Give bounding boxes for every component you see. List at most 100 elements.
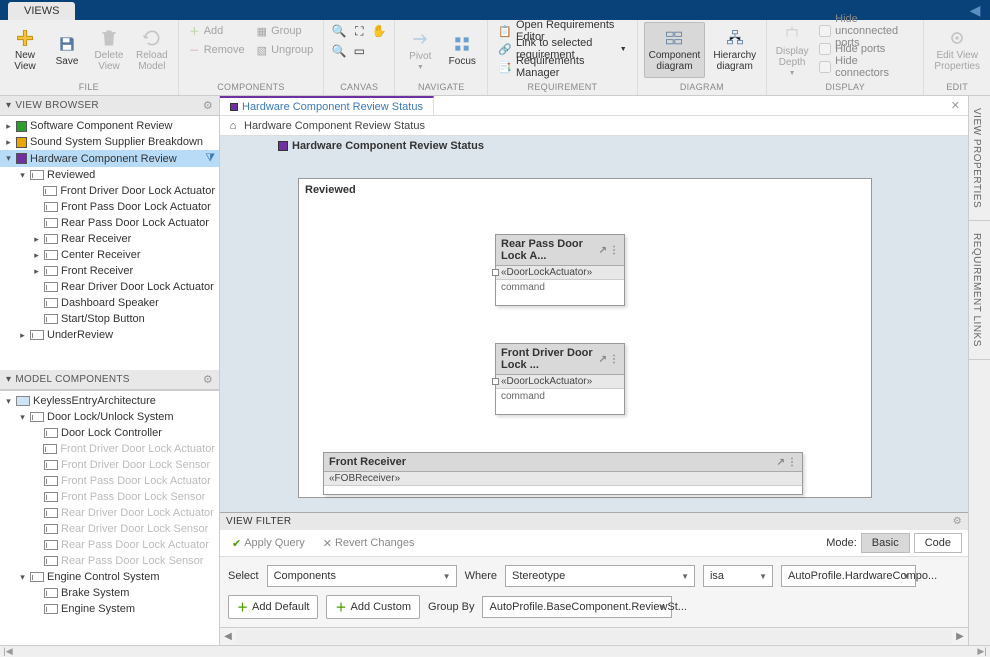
filter-icon[interactable]: ⧩ — [205, 152, 215, 165]
add-default-button[interactable]: ＋Add Default — [228, 595, 318, 619]
expander-icon[interactable]: ▾ — [18, 572, 27, 583]
topbar-collapse-arrow[interactable]: ◀ — [960, 0, 990, 20]
model-tree-item[interactable]: Brake System — [0, 585, 219, 601]
views-tab[interactable]: VIEWS — [8, 2, 75, 20]
hide-connectors-checkbox[interactable]: Hide connectors — [815, 58, 917, 76]
canvas[interactable]: Hardware Component Review Status Reviewe… — [220, 136, 968, 512]
expander-icon[interactable]: ▸ — [4, 121, 13, 132]
view-browser-item[interactable]: Start/Stop Button — [0, 311, 219, 327]
operator-dropdown[interactable]: isa — [703, 565, 773, 587]
requirements-manager-button[interactable]: 📑Requirements Manager — [494, 58, 630, 76]
view-browser-item[interactable]: Front Driver Door Lock Actuator — [0, 183, 219, 199]
hide-unconnected-checkbox[interactable]: Hide unconnected ports — [815, 22, 917, 40]
expander-icon[interactable]: ▾ — [18, 170, 27, 181]
port-handle[interactable] — [492, 269, 499, 276]
gear-icon[interactable]: ⚙ — [953, 516, 962, 527]
select-dropdown[interactable]: Components — [267, 565, 457, 587]
target-dropdown[interactable]: AutoProfile.HardwareCompo... — [781, 565, 916, 587]
model-tree-item[interactable]: ▾KeylessEntryArchitecture — [0, 393, 219, 409]
home-icon[interactable]: ⌂ — [226, 119, 240, 133]
view-browser-item[interactable]: Rear Pass Door Lock Actuator — [0, 215, 219, 231]
save-button[interactable]: Save — [48, 22, 86, 78]
revert-changes-button[interactable]: ✕Revert Changes — [317, 535, 421, 552]
model-tree-item[interactable]: Rear Driver Door Lock Sensor — [0, 521, 219, 537]
gear-icon[interactable]: ⚙ — [203, 373, 213, 386]
menu-icon[interactable]: ⋮ — [609, 245, 619, 256]
fit-view-icon[interactable]: ⛶ — [350, 22, 368, 40]
expander-icon[interactable]: ▸ — [4, 137, 13, 148]
where-dropdown[interactable]: Stereotype — [505, 565, 695, 587]
scroll-left-icon[interactable]: ◀ — [220, 631, 236, 642]
expander-icon[interactable]: ▸ — [32, 250, 41, 261]
zoom-out-icon[interactable]: 🔍 — [330, 42, 348, 60]
port-handle[interactable] — [492, 378, 499, 385]
zoom-in-icon[interactable]: 🔍 — [330, 22, 348, 40]
breadcrumb-item[interactable]: Hardware Component Review Status — [244, 120, 425, 132]
component-rear-pass-actuator[interactable]: Rear Pass Door Lock A...↗⋮ «DoorLockActu… — [495, 234, 625, 306]
add-custom-button[interactable]: ＋Add Custom — [326, 595, 420, 619]
expander-icon[interactable]: ▾ — [4, 396, 13, 407]
focus-button[interactable]: Focus — [443, 22, 481, 78]
model-tree-item[interactable]: ▾Door Lock/Unlock System — [0, 409, 219, 425]
model-tree-item[interactable]: Rear Pass Door Lock Actuator — [0, 537, 219, 553]
expander-icon[interactable]: ▸ — [32, 234, 41, 245]
close-tab-button[interactable]: ✕ — [943, 96, 968, 115]
view-browser-item[interactable]: ▾Reviewed — [0, 167, 219, 183]
mode-code-button[interactable]: Code — [914, 533, 962, 553]
menu-icon[interactable]: ⋮ — [787, 457, 797, 468]
view-browser-item[interactable]: Dashboard Speaker — [0, 295, 219, 311]
tree-item-label: Rear Pass Door Lock Actuator — [61, 217, 209, 229]
model-tree-item[interactable]: Rear Pass Door Lock Sensor — [0, 553, 219, 569]
view-browser-item[interactable]: ▾Hardware Component Review⧩ — [0, 150, 219, 167]
view-browser-header[interactable]: ▾ VIEW BROWSER ⚙ — [0, 96, 219, 116]
reload-model-button: ReloadModel — [132, 22, 172, 78]
expand-icon[interactable]: ↗ — [599, 245, 607, 256]
model-tree-item[interactable]: Door Lock Controller — [0, 425, 219, 441]
component-icon — [44, 604, 58, 614]
document-tab[interactable]: Hardware Component Review Status — [220, 96, 434, 115]
view-browser-item[interactable]: ▸Rear Receiver — [0, 231, 219, 247]
menu-icon[interactable]: ⋮ — [609, 354, 619, 365]
expander-icon[interactable]: ▾ — [18, 412, 27, 423]
group-box-reviewed[interactable]: Reviewed — [298, 178, 872, 498]
model-tree-item[interactable]: Engine System — [0, 601, 219, 617]
select-value: Components — [274, 570, 336, 582]
model-tree-item[interactable]: Front Pass Door Lock Actuator — [0, 473, 219, 489]
expander-icon[interactable]: ▾ — [4, 153, 13, 164]
component-front-receiver[interactable]: Front Receiver↗⋮ «FOBReceiver» — [323, 452, 803, 495]
view-browser-item[interactable]: Rear Driver Door Lock Actuator — [0, 279, 219, 295]
view-browser-item[interactable]: Front Pass Door Lock Actuator — [0, 199, 219, 215]
scroll-right-icon[interactable]: ▶ — [952, 631, 968, 642]
component-front-driver-actuator[interactable]: Front Driver Door Lock ...↗⋮ «DoorLockAc… — [495, 343, 625, 415]
expand-icon[interactable]: ↗ — [777, 457, 785, 468]
view-browser-item[interactable]: ▸Front Receiver — [0, 263, 219, 279]
model-tree-item[interactable]: Front Driver Door Lock Actuator — [0, 441, 219, 457]
view-browser-item[interactable]: ▸UnderReview — [0, 327, 219, 343]
view-browser-item[interactable]: ▸Center Receiver — [0, 247, 219, 263]
view-properties-tab[interactable]: VIEW PROPERTIES — [969, 96, 990, 221]
expand-icon[interactable]: ↗ — [599, 354, 607, 365]
status-right-icon[interactable]: ▶| — [974, 646, 990, 655]
group-by-dropdown[interactable]: AutoProfile.BaseComponent.ReviewSt... — [482, 596, 672, 618]
gear-icon[interactable]: ⚙ — [203, 99, 213, 112]
model-components-header[interactable]: ▾ MODEL COMPONENTS ⚙ — [0, 370, 219, 390]
view-browser-item[interactable]: ▸Sound System Supplier Breakdown — [0, 134, 219, 150]
model-tree-item[interactable]: Front Driver Door Lock Sensor — [0, 457, 219, 473]
horizontal-scrollbar[interactable]: ◀ ▶ — [220, 627, 968, 645]
model-tree-item[interactable]: Rear Driver Door Lock Actuator — [0, 505, 219, 521]
component-diagram-button[interactable]: Componentdiagram — [644, 22, 706, 78]
apply-query-button[interactable]: ✔Apply Query — [226, 535, 311, 552]
expander-icon[interactable]: ▸ — [18, 330, 27, 341]
hierarchy-diagram-button[interactable]: Hierarchydiagram — [709, 22, 760, 78]
view-browser-item[interactable]: ▸Software Component Review — [0, 118, 219, 134]
view-filter-header[interactable]: VIEW FILTER ⚙ — [220, 513, 968, 530]
model-tree-item[interactable]: Front Pass Door Lock Sensor — [0, 489, 219, 505]
new-view-button[interactable]: NewView — [6, 22, 44, 78]
requirement-links-tab[interactable]: REQUIREMENT LINKS — [969, 221, 990, 360]
expander-icon[interactable]: ▸ — [32, 266, 41, 277]
fit-all-icon[interactable]: ▭ — [350, 42, 368, 60]
pan-icon[interactable]: ✋ — [370, 22, 388, 40]
status-left-icon[interactable]: |◀ — [0, 646, 16, 655]
mode-basic-button[interactable]: Basic — [861, 533, 910, 553]
model-tree-item[interactable]: ▾Engine Control System — [0, 569, 219, 585]
